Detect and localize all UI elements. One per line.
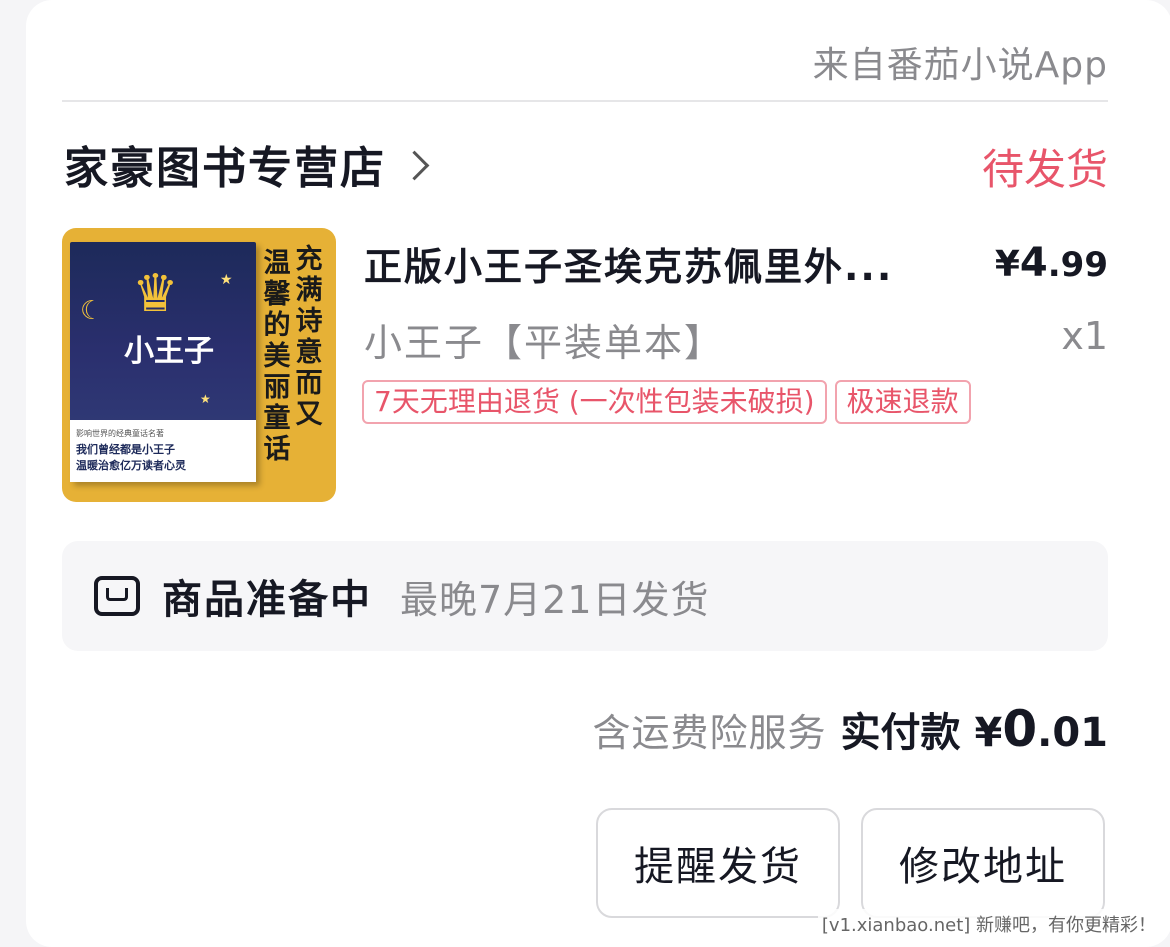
payment-label: 实付款 [840, 710, 961, 756]
book-front: ♛ ☾ ★ ★ 小王子 影响世界的经典童话名著 我们曾经都是小王子 温暖治愈亿万… [70, 242, 256, 482]
payment-row: 含运费险服务 实付款 ¥0.01 [592, 700, 1108, 758]
star-icon: ★ [200, 392, 211, 406]
crown-icon: ♛ [132, 264, 179, 324]
tag-return-policy: 7天无理由退货 (一次性包装未破损) [362, 380, 827, 424]
payment-int: 0 [1002, 700, 1038, 758]
watermark: [v1.xianbao.net] 新赚吧，有你更精彩！ [817, 909, 1160, 939]
service-tags: 7天无理由退货 (一次性包装未破损) 极速退款 [362, 380, 971, 424]
chevron-right-icon [399, 150, 430, 180]
shipping-date: 最晚7月21日发货 [400, 577, 710, 622]
product-title[interactable]: 正版小王子圣埃克苏佩里外... [364, 236, 893, 291]
moon-icon: ☾ [80, 296, 104, 326]
store-name: 家豪图书专营店 [64, 143, 386, 194]
payment-note: 含运费险服务 [592, 711, 827, 755]
tag-fast-refund: 极速退款 [834, 380, 971, 424]
cover-title: 小王子 [124, 334, 214, 369]
store-link[interactable]: 家豪图书专营店 [64, 132, 430, 196]
price-int: 4 [1019, 240, 1048, 286]
product-variant: 小王子【平装单本】 [364, 321, 725, 365]
order-card: 来自番茄小说App 家豪图书专营店 待发货 ♛ ☾ ★ ★ 小王子 影响世界的经… [26, 0, 1170, 947]
cover-band-top: 影响世界的经典童话名著 [76, 429, 164, 438]
payment-dec: .01 [1037, 710, 1108, 756]
order-status: 待发货 [981, 145, 1108, 194]
cover-band-line2: 温暖治愈亿万读者心灵 [76, 459, 186, 472]
price-symbol: ¥ [994, 244, 1020, 285]
product-price: ¥4.99 [995, 240, 1108, 286]
package-icon [94, 576, 140, 616]
cover-band-line1: 我们曾经都是小王子 [76, 443, 175, 456]
payment-symbol: ¥ [974, 710, 1003, 756]
cover-slogan-col1: 充满诗意而又 [295, 244, 323, 430]
shipping-status-box[interactable]: 商品准备中 最晚7月21日发货 [62, 541, 1108, 651]
price-dec: .99 [1047, 245, 1108, 285]
divider [62, 100, 1108, 102]
cover-slogan-col2: 温馨的美丽童话 [263, 248, 291, 465]
edit-address-button[interactable]: 修改地址 [861, 808, 1105, 918]
source-label: 来自番茄小说App [812, 45, 1108, 86]
shipping-title: 商品准备中 [162, 577, 372, 623]
product-cover-image[interactable]: ♛ ☾ ★ ★ 小王子 影响世界的经典童话名著 我们曾经都是小王子 温暖治愈亿万… [62, 228, 336, 502]
remind-shipping-button[interactable]: 提醒发货 [596, 808, 840, 918]
cover-band: 影响世界的经典童话名著 我们曾经都是小王子 温暖治愈亿万读者心灵 [70, 420, 256, 482]
product-quantity: x1 [1061, 314, 1108, 358]
star-icon: ★ [220, 272, 233, 288]
payment-amount: ¥0.01 [975, 700, 1109, 758]
